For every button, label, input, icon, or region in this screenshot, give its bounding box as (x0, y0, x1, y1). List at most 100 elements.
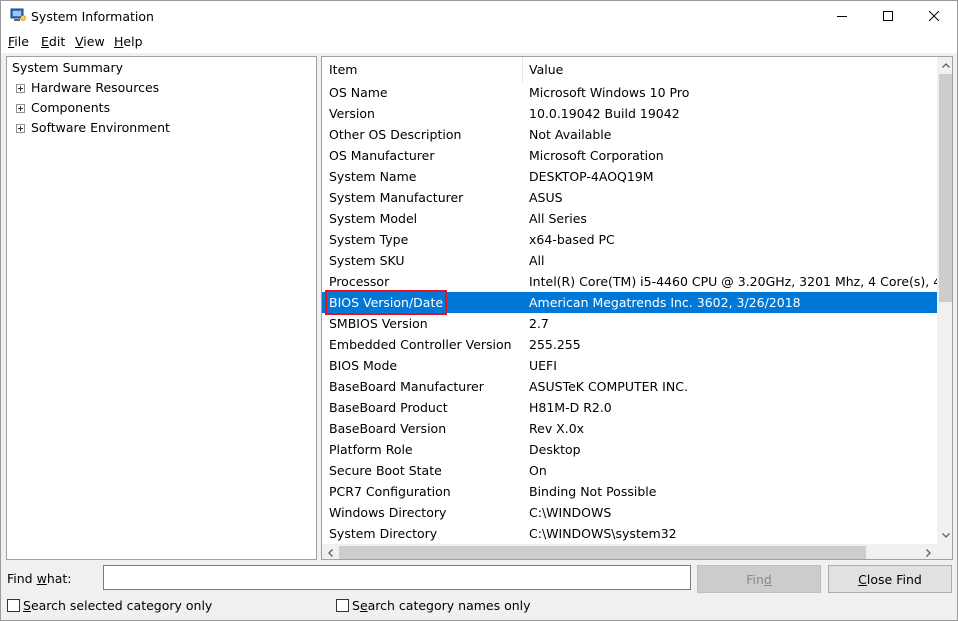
search-selected-category-checkbox[interactable] (7, 599, 20, 612)
menu-help[interactable]: Help (114, 34, 143, 49)
menu-view[interactable]: View (75, 34, 105, 49)
expand-icon[interactable] (16, 124, 25, 133)
close-find-button[interactable]: Close Find (828, 565, 952, 593)
title-bar: System Information (0, 0, 958, 31)
search-category-names-option[interactable]: Search category names only (336, 598, 531, 613)
row-item-cell: System Type (329, 232, 409, 247)
menu-edit[interactable]: Edit (41, 34, 65, 49)
row-item-cell: Version (329, 106, 375, 121)
expand-icon[interactable] (16, 104, 25, 113)
table-row[interactable]: System Manufacturer ASUS (322, 187, 937, 208)
scroll-left-icon[interactable] (322, 544, 339, 559)
table-row[interactable]: Secure Boot State On (322, 460, 937, 481)
search-category-names-checkbox[interactable] (336, 599, 349, 612)
row-item-cell: Processor (329, 274, 390, 289)
row-value-cell: Desktop (529, 442, 581, 457)
vertical-scroll-thumb[interactable] (939, 74, 952, 302)
menu-file[interactable]: File (8, 34, 29, 49)
expand-icon[interactable] (16, 84, 25, 93)
row-item-cell: BaseBoard Manufacturer (329, 379, 484, 394)
row-item-cell: BaseBoard Product (329, 400, 448, 415)
table-row[interactable]: System Type x64-based PC (322, 229, 937, 250)
table-row[interactable]: Version 10.0.19042 Build 19042 (322, 103, 937, 124)
row-value-cell: UEFI (529, 358, 557, 373)
row-item-cell: OS Name (329, 85, 388, 100)
column-header-value[interactable]: Value (522, 57, 563, 82)
row-item-cell: Embedded Controller Version (329, 337, 512, 352)
table-row[interactable]: Windows Directory C:\WINDOWS (322, 502, 937, 523)
row-value-cell: Intel(R) Core(TM) i5-4460 CPU @ 3.20GHz,… (529, 274, 937, 289)
row-item-cell: SMBIOS Version (329, 316, 428, 331)
row-value-cell: Microsoft Windows 10 Pro (529, 85, 690, 100)
minimize-button[interactable] (819, 1, 865, 31)
tree-item-system-summary[interactable]: System Summary (12, 59, 123, 77)
table-row[interactable]: Platform Role Desktop (322, 439, 937, 460)
close-window-button[interactable] (911, 1, 957, 31)
find-what-input[interactable] (103, 565, 691, 590)
details-list[interactable]: Item Value OS Name Microsoft Windows 10 P… (321, 56, 953, 560)
scroll-right-icon[interactable] (920, 544, 937, 559)
row-item-cell: PCR7 Configuration (329, 484, 451, 499)
table-row[interactable]: PCR7 Configuration Binding Not Possible (322, 481, 937, 502)
row-value-cell: H81M-D R2.0 (529, 400, 612, 415)
search-selected-category-option[interactable]: Search selected category only (7, 598, 212, 613)
row-item-cell: System Directory (329, 526, 438, 541)
table-row[interactable]: SMBIOS Version 2.7 (322, 313, 937, 334)
scroll-down-icon[interactable] (937, 527, 952, 544)
tree-item-software-environment[interactable]: Software Environment (31, 119, 170, 137)
table-row[interactable]: BIOS Mode UEFI (322, 355, 937, 376)
table-row[interactable]: Other OS Description Not Available (322, 124, 937, 145)
minimize-icon (837, 16, 847, 17)
tree-item-components[interactable]: Components (31, 99, 110, 117)
row-value-cell: 255.255 (529, 337, 581, 352)
row-value-cell: Rev X.0x (529, 421, 585, 436)
list-rows: OS Name Microsoft Windows 10 Pro Version 10… (322, 82, 937, 544)
row-item-cell: System Name (329, 169, 417, 184)
table-row[interactable]: System Directory C:\WINDOWS\system32 (322, 523, 937, 544)
table-row[interactable]: BaseBoard Version Rev X.0x (322, 418, 937, 439)
table-row[interactable]: System Model All Series (322, 208, 937, 229)
row-item-cell: OS Manufacturer (329, 148, 435, 163)
row-value-cell: American Megatrends Inc. 3602, 3/26/2018 (529, 295, 801, 310)
row-item-cell: System SKU (329, 253, 405, 268)
maximize-button[interactable] (865, 1, 911, 31)
search-category-names-label: Search category names only (352, 598, 531, 613)
row-value-cell: ASUSTeK COMPUTER INC. (529, 379, 688, 394)
row-value-cell: DESKTOP-4AOQ19M (529, 169, 654, 184)
table-row[interactable]: BaseBoard Product H81M-D R2.0 (322, 397, 937, 418)
row-item-cell: System Model (329, 211, 418, 226)
search-selected-category-label: Search selected category only (23, 598, 213, 613)
row-item-cell: Platform Role (329, 442, 413, 457)
table-row[interactable]: System Name DESKTOP-4AOQ19M (322, 166, 937, 187)
row-value-cell: All (529, 253, 545, 268)
scroll-corner (937, 544, 952, 559)
table-row[interactable]: Embedded Controller Version 255.255 (322, 334, 937, 355)
table-row[interactable]: BIOS Version/Date American Megatrends Inc… (322, 290, 937, 315)
tree-item-hardware-resources[interactable]: Hardware Resources (31, 79, 159, 97)
find-what-label: Find what: (7, 571, 72, 586)
horizontal-scrollbar[interactable] (322, 544, 937, 559)
table-row[interactable]: OS Manufacturer Microsoft Corporation (322, 145, 937, 166)
row-item-cell: Other OS Description (329, 127, 462, 142)
row-item-cell: Secure Boot State (329, 463, 442, 478)
table-row[interactable]: BaseBoard Manufacturer ASUSTeK COMPUTER I… (322, 376, 937, 397)
row-item-cell: BaseBoard Version (329, 421, 447, 436)
row-value-cell: Microsoft Corporation (529, 148, 664, 163)
menu-bar: File Edit View Help (0, 31, 958, 53)
main-area: System Summary Hardware Resources Compon… (0, 53, 958, 621)
table-row[interactable]: OS Name Microsoft Windows 10 Pro (322, 82, 937, 103)
list-header: Item Value (322, 57, 937, 82)
row-value-cell: C:\WINDOWS (529, 505, 612, 520)
find-button[interactable]: Fin d (697, 565, 821, 593)
table-row[interactable]: System SKU All (322, 250, 937, 271)
vertical-scrollbar[interactable] (937, 57, 952, 544)
category-tree[interactable]: System Summary Hardware Resources Compon… (6, 56, 317, 560)
table-row[interactable]: Processor Intel(R) Core(TM) i5-4460 CPU @… (322, 271, 937, 292)
maximize-icon (883, 11, 893, 21)
column-header-item[interactable]: Item (322, 57, 357, 82)
row-value-cell: ASUS (529, 190, 563, 205)
row-value-cell: On (529, 463, 547, 478)
row-item-cell: System Manufacturer (329, 190, 464, 205)
horizontal-scroll-thumb[interactable] (339, 546, 866, 559)
scroll-up-icon[interactable] (937, 57, 952, 74)
